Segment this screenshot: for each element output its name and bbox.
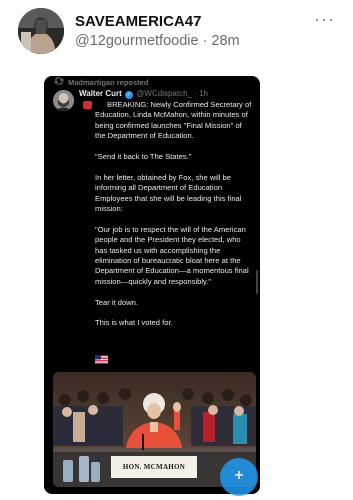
compose-fab-button[interactable]: + xyxy=(220,458,258,496)
author-handle-time: @12gourmetfoodie · 28m xyxy=(75,33,240,49)
tweet-paragraph: BREAKING: Newly Confirmed Secretary of E… xyxy=(83,100,253,142)
tweet-author-avatar xyxy=(53,90,74,111)
tweet-author-handle: @WCdispatch_ · 1h xyxy=(136,89,208,98)
tweet-header: Walter Curt ✓ @WCdispatch_ · 1h xyxy=(79,89,208,99)
avatar[interactable] xyxy=(18,8,64,54)
repost-icon xyxy=(54,77,64,85)
tweet-body: BREAKING: Newly Confirmed Secretary of E… xyxy=(83,100,253,339)
tweet-paragraph: "Our job is to respect the will of the A… xyxy=(95,224,249,286)
tweet-paragraph: This is what I voted for. xyxy=(95,318,173,328)
nameplate-text: HON. MCMAHON xyxy=(122,463,186,471)
tweet-paragraph: "Send it back to The States." xyxy=(95,152,192,162)
verified-badge-icon: ✓ xyxy=(125,91,134,99)
repost-label: Madmartigan reposted xyxy=(68,78,149,87)
post-header: SAVEAMERICA47 @12gourmetfoodie · 28m ··· xyxy=(0,0,353,62)
tweet-author-name: Walter Curt xyxy=(79,89,122,98)
more-options-button[interactable]: ··· xyxy=(314,9,335,30)
siren-emoji-icon xyxy=(83,101,92,109)
scrollbar-thumb[interactable] xyxy=(256,270,258,294)
plus-icon: + xyxy=(234,467,244,484)
tweet-paragraph: In her letter, obtained by Fox, she will… xyxy=(95,172,242,214)
author-name[interactable]: SAVEAMERICA47 xyxy=(75,13,201,30)
tweet-paragraph: Tear it down. xyxy=(95,297,139,307)
repost-line: Madmartigan reposted xyxy=(44,76,260,88)
us-flag-emoji-icon xyxy=(95,355,108,364)
tweet-paragraph-text: BREAKING: Newly Confirmed Secretary of E… xyxy=(95,100,252,141)
